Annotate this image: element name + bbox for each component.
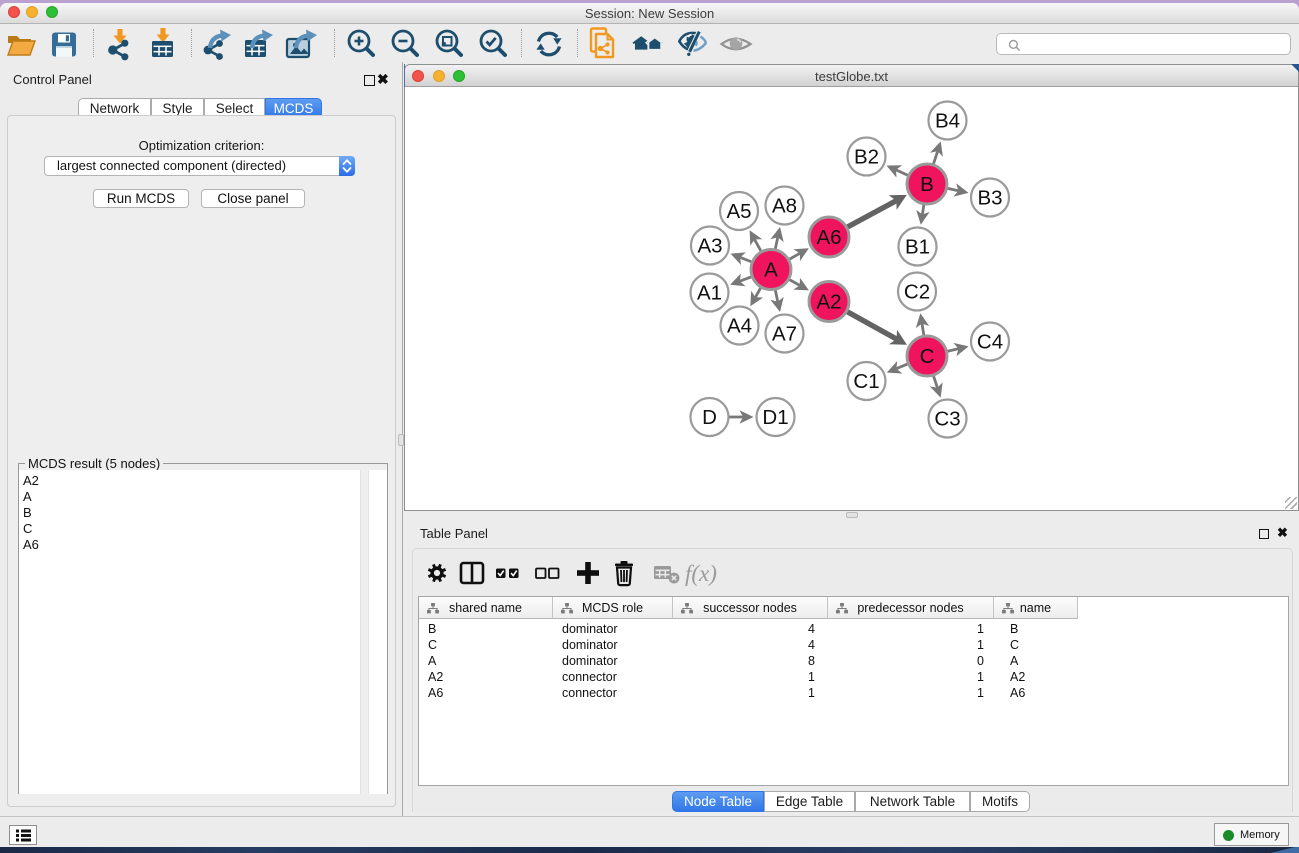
svg-text:A1: A1 xyxy=(697,282,722,305)
svg-text:A: A xyxy=(764,259,778,282)
svg-text:A3: A3 xyxy=(697,235,722,258)
svg-text:D1: D1 xyxy=(762,406,788,429)
svg-text:A2: A2 xyxy=(816,291,841,314)
svg-text:B1: B1 xyxy=(905,236,930,259)
svg-text:C4: C4 xyxy=(977,331,1003,354)
svg-text:B2: B2 xyxy=(854,146,879,169)
svg-text:A4: A4 xyxy=(727,315,752,338)
svg-text:C: C xyxy=(920,345,935,368)
svg-text:D: D xyxy=(702,406,717,429)
svg-text:A6: A6 xyxy=(816,226,841,249)
svg-text:f(x): f(x) xyxy=(685,561,717,586)
svg-text:A8: A8 xyxy=(772,195,797,218)
svg-text:B3: B3 xyxy=(977,187,1002,210)
svg-text:C1: C1 xyxy=(853,370,879,393)
svg-text:C3: C3 xyxy=(934,408,960,431)
svg-text:C2: C2 xyxy=(904,281,930,304)
svg-text:A7: A7 xyxy=(772,323,797,346)
svg-text:B4: B4 xyxy=(935,110,960,133)
svg-text:A5: A5 xyxy=(726,200,751,223)
svg-text:B: B xyxy=(920,173,934,196)
